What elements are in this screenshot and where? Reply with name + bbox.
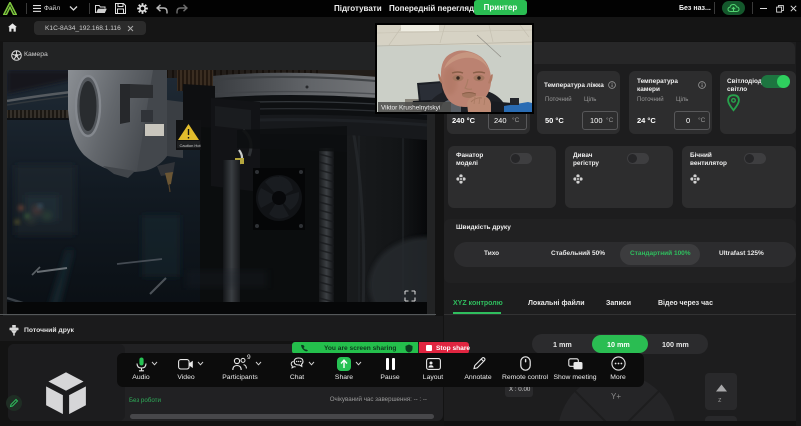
svg-text:Viktor Krushelnytskyi: Viktor Krushelnytskyi: [381, 105, 440, 112]
svg-text:Caution Hot: Caution Hot: [180, 143, 202, 148]
